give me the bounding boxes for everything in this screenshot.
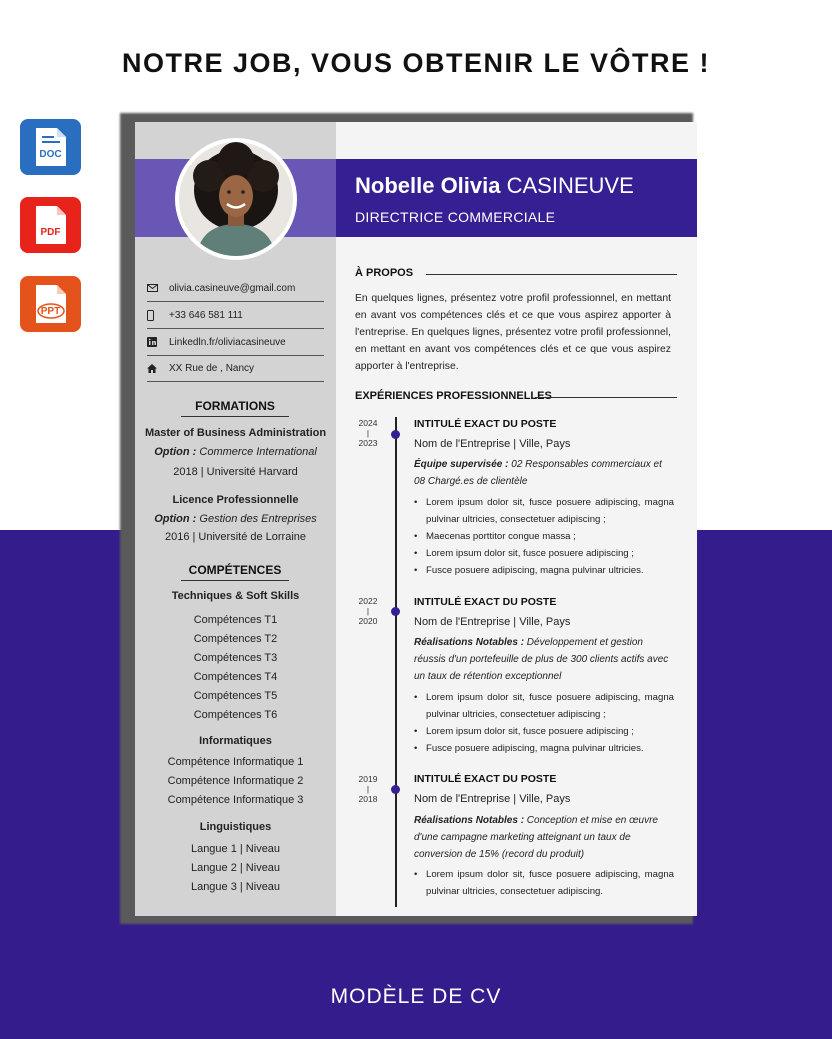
timeline bbox=[395, 417, 397, 907]
ppt-file-icon: PPT bbox=[34, 284, 68, 324]
job-3-bullets: Lorem ipsum dolor sit, fusce posuere adi… bbox=[414, 866, 674, 900]
skill-item: Compétence Informatique 1 bbox=[167, 756, 304, 768]
home-icon bbox=[147, 363, 169, 373]
job-title: DIRECTRICE COMMERCIALE bbox=[355, 209, 556, 225]
job-2-detail: Réalisations Notables : Développement et… bbox=[414, 637, 669, 682]
formation-2-degree: Licence Professionnelle bbox=[172, 494, 299, 506]
formation-2-option: Option : Gestion des Entreprises bbox=[154, 513, 317, 525]
contact-email[interactable]: olivia.casineuve@gmail.com bbox=[147, 275, 324, 302]
email-icon bbox=[147, 284, 169, 292]
pdf-label: PDF bbox=[40, 227, 61, 238]
linkedin-icon bbox=[147, 337, 169, 347]
ppt-download-button[interactable]: PPT bbox=[20, 276, 81, 332]
job-3-title: INTITULÉ EXACT DU POSTE bbox=[414, 773, 557, 785]
cv-page: Nobelle Olivia CASINEUVE DIRECTRICE COMM… bbox=[135, 122, 697, 916]
job-3-company: Nom de l'Entreprise | Ville, Pays bbox=[414, 793, 571, 805]
pdf-download-button[interactable]: PDF bbox=[20, 197, 81, 253]
list-item: Lorem ipsum dolor sit, fusce posuere adi… bbox=[414, 545, 674, 562]
list-item: Lorem ipsum dolor sit, fusce posuere adi… bbox=[414, 689, 674, 723]
job-2-title: INTITULÉ EXACT DU POSTE bbox=[414, 596, 557, 608]
doc-label: DOC bbox=[39, 149, 62, 160]
doc-download-button[interactable]: DOC bbox=[20, 119, 81, 175]
job-1-bullets: Lorem ipsum dolor sit, fusce posuere adi… bbox=[414, 494, 674, 579]
experience-rule bbox=[535, 397, 677, 398]
full-name: Nobelle Olivia CASINEUVE bbox=[355, 173, 634, 199]
job-1-title: INTITULÉ EXACT DU POSTE bbox=[414, 418, 557, 430]
skill-item: Compétence Informatique 2 bbox=[167, 775, 304, 787]
timeline-dot bbox=[391, 607, 400, 616]
last-name: CASINEUVE bbox=[506, 173, 634, 198]
skill-group-2-title: Informatiques bbox=[199, 735, 272, 747]
contact-address-text: XX Rue de , Nancy bbox=[169, 362, 255, 374]
contact-phone[interactable]: +33 646 581 111 bbox=[147, 302, 324, 329]
list-item: Maecenas porttitor congue massa ; bbox=[414, 528, 674, 545]
formation-1-option: Option : Commerce International bbox=[154, 446, 317, 458]
job-1-detail: Équipe supervisée : 02 Responsables comm… bbox=[414, 459, 662, 487]
job-3-dates: 2019 | 2018 bbox=[358, 774, 378, 804]
list-item: Fusce posuere adipiscing, magna pulvinar… bbox=[414, 562, 674, 579]
contact-address: XX Rue de , Nancy bbox=[147, 355, 324, 382]
contact-email-text: olivia.casineuve@gmail.com bbox=[169, 282, 296, 294]
profile-photo bbox=[175, 138, 297, 260]
timeline-dot bbox=[391, 785, 400, 794]
about-heading: À PROPOS bbox=[355, 267, 414, 279]
job-2-dates: 2022 | 2020 bbox=[358, 596, 378, 626]
experience-heading: EXPÉRIENCES PROFESSIONNELLES bbox=[355, 390, 552, 402]
skill-item: Langue 3 | Niveau bbox=[190, 881, 281, 893]
skill-item: Compétences T4 bbox=[193, 671, 278, 683]
pdf-file-icon: PDF bbox=[34, 205, 68, 245]
skill-item: Compétences T3 bbox=[193, 652, 278, 664]
list-item: Lorem ipsum dolor sit, fusce posuere adi… bbox=[414, 494, 674, 528]
list-item: Lorem ipsum dolor sit, fusce posuere adi… bbox=[414, 866, 674, 900]
phone-icon bbox=[147, 309, 169, 321]
skill-item: Compétences T1 bbox=[193, 614, 278, 626]
job-1-company: Nom de l'Entreprise | Ville, Pays bbox=[414, 438, 571, 450]
footer-title: MODÈLE DE CV bbox=[330, 985, 502, 1008]
competences-heading: COMPÉTENCES bbox=[181, 563, 289, 581]
list-item: Fusce posuere adipiscing, magna pulvinar… bbox=[414, 740, 674, 757]
list-item: Lorem ipsum dolor sit, fusce posuere adi… bbox=[414, 723, 674, 740]
skill-item: Compétences T6 bbox=[193, 709, 278, 721]
skill-item: Compétences T2 bbox=[193, 633, 278, 645]
portrait-icon bbox=[179, 142, 293, 256]
job-1-dates: 2024 | 2023 bbox=[358, 418, 378, 448]
ppt-label: PPT bbox=[40, 306, 61, 317]
skill-item: Compétences T5 bbox=[193, 690, 278, 702]
formation-1-detail: 2018 | Université Harvard bbox=[173, 466, 298, 478]
about-rule bbox=[426, 274, 677, 275]
job-2-bullets: Lorem ipsum dolor sit, fusce posuere adi… bbox=[414, 689, 674, 757]
doc-file-icon: DOC bbox=[34, 127, 68, 167]
contact-linkedin[interactable]: Linkedln.fr/oliviacasineuve bbox=[147, 329, 324, 356]
contact-linkedin-text: Linkedln.fr/oliviacasineuve bbox=[169, 336, 286, 348]
headline: NOTRE JOB, VOUS OBTENIR LE VÔTRE ! bbox=[121, 48, 711, 78]
skill-item: Langue 1 | Niveau bbox=[190, 843, 281, 855]
job-3-detail: Réalisations Notables : Conception et mi… bbox=[414, 815, 658, 860]
formation-1-degree: Master of Business Administration bbox=[144, 427, 327, 439]
contact-phone-text: +33 646 581 111 bbox=[169, 309, 243, 321]
about-text: En quelques lignes, présentez votre prof… bbox=[355, 293, 671, 372]
skill-group-3-title: Linguistiques bbox=[199, 821, 272, 833]
skill-item: Compétence Informatique 3 bbox=[167, 794, 304, 806]
skill-group-1-title: Techniques & Soft Skills bbox=[171, 590, 300, 602]
skill-item: Langue 2 | Niveau bbox=[190, 862, 281, 874]
formation-2-detail: 2016 | Université de Lorraine bbox=[164, 531, 307, 543]
formations-heading: FORMATIONS bbox=[181, 399, 289, 417]
timeline-dot bbox=[391, 430, 400, 439]
job-2-company: Nom de l'Entreprise | Ville, Pays bbox=[414, 616, 571, 628]
first-name: Nobelle Olivia bbox=[355, 173, 501, 198]
